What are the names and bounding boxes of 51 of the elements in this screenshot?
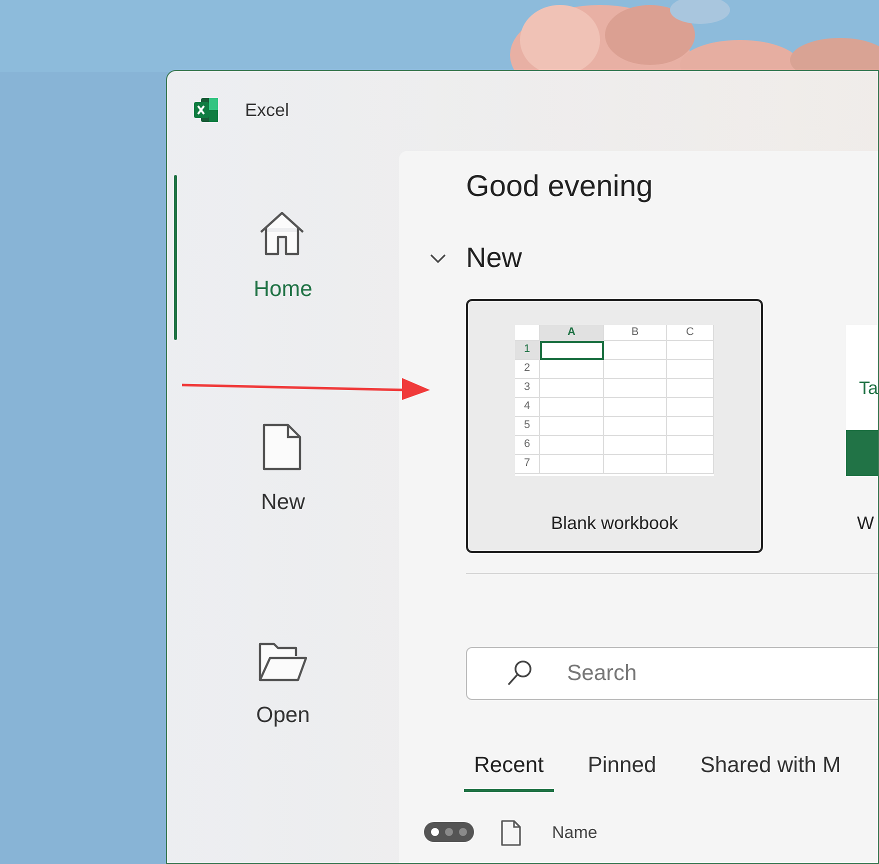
sidebar-item[interactable]: Home [167,175,399,340]
spreadsheet-cell [667,416,714,436]
spreadsheet-cell [667,454,714,474]
row-header: 5 [515,416,540,436]
app-title: Excel [245,98,290,122]
spreadsheet-cell [667,340,714,360]
sidebar-item[interactable]: Open [167,601,399,766]
row-header: 1 [515,340,540,360]
row-header: 6 [515,436,540,455]
preview-text: Ta [858,376,878,400]
tab[interactable]: Shared with M [690,748,851,792]
template-card[interactable]: A B C 1 2 3 4 5 6 7 Blank workbook [466,298,763,553]
spreadsheet-cell [540,436,604,455]
row-header: 3 [515,378,540,398]
sidebar-item[interactable]: New [167,388,399,553]
page-indicator[interactable] [424,822,474,842]
spreadsheet-cell [540,398,604,417]
spreadsheet-cell [604,340,667,360]
column-header: C [667,324,714,341]
file-icon [500,820,522,846]
spreadsheet-cell [604,416,667,436]
spreadsheet-cell [604,454,667,474]
spreadsheet-cell [540,340,604,360]
column-header: A [540,324,604,341]
tab[interactable]: Recent [464,748,554,792]
greeting: Good evening [466,169,654,205]
template-card[interactable]: Ta W [797,298,878,553]
spreadsheet-cell [540,454,604,474]
spreadsheet-cell [667,436,714,455]
tab[interactable]: Pinned [578,748,666,792]
spreadsheet-cell [604,398,667,417]
spreadsheet-cell [540,360,604,379]
row-header: 4 [515,398,540,417]
spreadsheet-cell [604,360,667,379]
spreadsheet-cell [604,436,667,455]
template-label: W [857,512,874,535]
template-label: Blank workbook [550,512,678,535]
row-header: 2 [515,360,540,379]
spreadsheet-cell [604,378,667,398]
column-header: Name [552,822,598,844]
spreadsheet-cell [667,398,714,417]
row-header: 7 [515,454,540,474]
spreadsheet-cell [667,378,714,398]
spreadsheet-cell [667,360,714,379]
search-field[interactable]: Search [466,646,878,700]
section-title: New [466,241,522,275]
spreadsheet-cell [540,378,604,398]
column-header: B [604,324,667,341]
search-icon [506,658,534,687]
excel-logo-icon [193,97,219,123]
spreadsheet-cell [540,416,604,436]
